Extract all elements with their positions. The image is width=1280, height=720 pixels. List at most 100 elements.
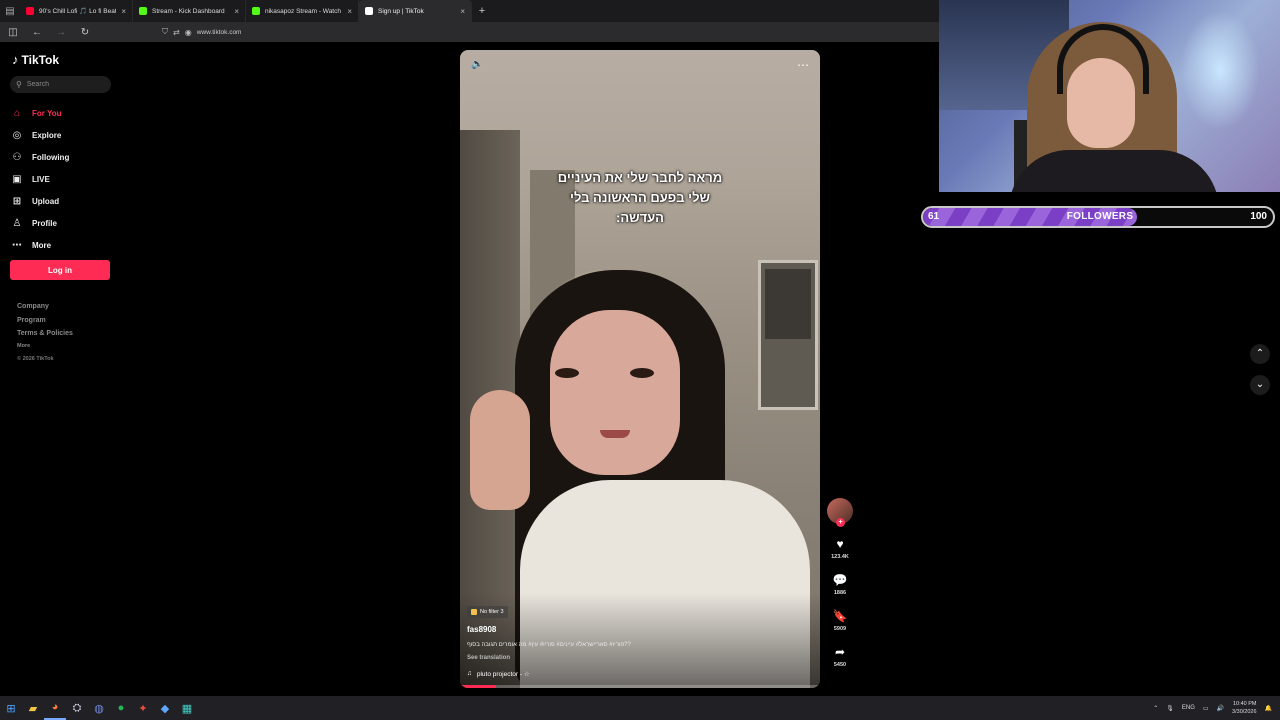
share-button[interactable]: ➦ 5450 <box>826 644 854 668</box>
like-count: 123.4K <box>831 554 849 560</box>
notifications-icon[interactable]: 🔔 <box>1265 705 1272 712</box>
tab-menu-icon[interactable]: ▤ <box>0 0 20 22</box>
sidebar-item-for-you[interactable]: ⌂ For You <box>10 102 69 124</box>
steam-icon[interactable]: ⛭ <box>66 696 88 720</box>
like-button[interactable]: ♥ 123.4K <box>826 536 854 560</box>
music-title: pluto projector - ☆ <box>476 671 530 678</box>
new-tab-button[interactable]: + <box>472 5 492 17</box>
streamer-webcam <box>939 0 1280 192</box>
tab-close-icon[interactable]: × <box>460 7 465 16</box>
browser-icon[interactable]: ◕ <box>44 696 66 720</box>
video-progress-fill <box>460 685 496 688</box>
share-count: 5450 <box>833 662 847 668</box>
sidebar-item-label: Upload <box>32 196 60 206</box>
followers-label: FOLLOWERS <box>1066 211 1134 222</box>
sidebar-item-explore[interactable]: ◎ Explore <box>10 124 69 146</box>
sidebar-item-profile[interactable]: ♙ Profile <box>10 212 69 234</box>
tiktok-logo[interactable]: ♪ TikTok <box>12 52 59 67</box>
language-indicator[interactable]: ENG <box>1182 705 1195 711</box>
footer-link[interactable]: Terms & Policies <box>17 327 73 341</box>
back-button[interactable]: ← <box>30 27 44 38</box>
volume-icon[interactable]: 🔈 <box>471 59 483 70</box>
sidebar-item-following[interactable]: ⚇ Following <box>10 146 70 168</box>
sidebar-toggle-icon[interactable]: ◫ <box>6 27 20 38</box>
sidebar-item-label: Explore <box>32 130 62 140</box>
logo-text: TikTok <box>21 52 60 67</box>
filter-icon <box>471 609 477 615</box>
clock-date: 3/30/2026 <box>1232 709 1257 715</box>
search-box[interactable]: ⚲ <box>10 76 111 93</box>
video-scene-window <box>758 260 818 410</box>
login-button[interactable]: Log in <box>10 260 110 280</box>
more-options-icon[interactable]: ⋯ <box>797 58 810 72</box>
tray-chevron-icon[interactable]: ⌃ <box>1153 705 1158 712</box>
more-dots-icon: ⋯ <box>12 239 22 251</box>
tab-title: Stream - Kick Dashboard <box>152 7 225 15</box>
video-progress-bar[interactable] <box>460 685 820 688</box>
system-tray: ⌃ 🎙 ENG ▭ 🔊 10:40 PM 3/30/2026 🔔 <box>1153 696 1280 720</box>
sidebar-item-upload[interactable]: ⊞ Upload <box>10 190 69 212</box>
sidebar-item-more[interactable]: ⋯ More <box>10 234 69 256</box>
filter-badge[interactable]: No filter 3 <box>467 606 508 618</box>
start-button[interactable]: ⊞ <box>0 696 22 720</box>
sidebar-menu: ⌂ For You ◎ Explore ⚇ Following ▣ LIVE ⊞ Upload ♙ P… <box>10 102 69 256</box>
search-input[interactable] <box>26 81 107 88</box>
browser-tab[interactable]: 90's Chill Lofi 🎵 Lo fi Beat × <box>20 0 133 22</box>
discord-icon[interactable]: ◍ <box>88 696 110 720</box>
speaker-icon[interactable]: 🔊 <box>1217 705 1224 712</box>
sidebar-item-live[interactable]: ▣ LIVE <box>10 168 69 190</box>
footer-links: Company Program Terms & Policies More <box>17 300 73 351</box>
browser-tab[interactable]: nikasapoz Stream - Watch Live × <box>246 0 359 22</box>
tab-close-icon[interactable]: × <box>121 7 126 16</box>
footer-link[interactable]: Program <box>17 314 73 328</box>
camera-icon: ◉ <box>184 27 192 37</box>
tiktok-note-icon: ♪ <box>12 52 19 67</box>
tab-favicon-icon <box>26 7 34 15</box>
webcam-background-light <box>1180 10 1260 130</box>
sidebar-item-label: Profile <box>32 218 57 228</box>
video-player[interactable]: מראה לחבר שלי את העיניים שלי בפעם הראשונה… <box>460 50 820 688</box>
creator-avatar[interactable]: + <box>827 498 853 527</box>
next-video-button[interactable]: ⌄ <box>1250 375 1270 395</box>
microphone-icon[interactable]: 🎙 <box>1166 705 1174 712</box>
heart-icon: ♥ <box>836 537 844 551</box>
url-text[interactable]: www.tiktok.com <box>197 29 242 36</box>
obs-icon[interactable]: ▦ <box>176 696 198 720</box>
comment-icon: 💬 <box>832 573 848 587</box>
see-translation-link[interactable]: See translation <box>467 655 510 661</box>
comment-button[interactable]: 💬 1886 <box>826 572 854 596</box>
copyright: © 2026 TikTok <box>17 356 54 362</box>
file-explorer-icon[interactable]: ▰ <box>22 696 44 720</box>
video-username[interactable]: fas8908 <box>467 625 496 634</box>
share-icon: ➦ <box>834 645 846 659</box>
permissions-icon[interactable]: ⇄ <box>173 28 180 37</box>
sidebar-item-label: For You <box>32 108 62 118</box>
footer-link[interactable]: Company <box>17 300 73 314</box>
forward-button[interactable]: → <box>54 27 68 38</box>
browser-tab[interactable]: Stream - Kick Dashboard × <box>133 0 246 22</box>
tab-close-icon[interactable]: × <box>234 7 239 16</box>
spotify-icon[interactable]: ● <box>110 696 132 720</box>
windows-taskbar: ⊞ ▰ ◕ ⛭ ◍ ● ✦ ◆ ▦ ⌃ 🎙 ENG ▭ 🔊 10:40 PM 3… <box>0 696 1280 720</box>
save-count: 5909 <box>833 626 847 632</box>
compass-icon: ◎ <box>12 129 22 141</box>
clock[interactable]: 10:40 PM 3/30/2026 <box>1232 700 1256 716</box>
previous-video-button[interactable]: ⌃ <box>1250 344 1270 364</box>
reload-button[interactable]: ↻ <box>78 27 92 38</box>
footer-more-link[interactable]: More <box>17 341 73 351</box>
comment-count: 1886 <box>833 590 847 596</box>
follow-plus-icon[interactable]: + <box>836 518 845 527</box>
followers-target: 100 <box>1250 211 1267 222</box>
network-icon[interactable]: ▭ <box>1203 705 1209 712</box>
url-field[interactable]: ⛉ ⇄ ◉ www.tiktok.com <box>162 27 241 37</box>
video-overlay-text: מראה לחבר שלי את העיניים שלי בפעם הראשונה… <box>530 168 750 228</box>
music-info[interactable]: ♫ pluto projector - ☆ <box>467 670 530 678</box>
app-icon[interactable]: ✦ <box>132 696 154 720</box>
clock-time: 10:40 PM <box>1232 701 1257 707</box>
utility-icon[interactable]: ◆ <box>154 696 176 720</box>
browser-tab[interactable]: Sign up | TikTok × <box>359 0 472 22</box>
video-person-mouth <box>600 430 630 438</box>
tab-close-icon[interactable]: × <box>347 7 352 16</box>
video-person-eye <box>630 368 654 378</box>
save-button[interactable]: 🔖 5909 <box>826 608 854 632</box>
